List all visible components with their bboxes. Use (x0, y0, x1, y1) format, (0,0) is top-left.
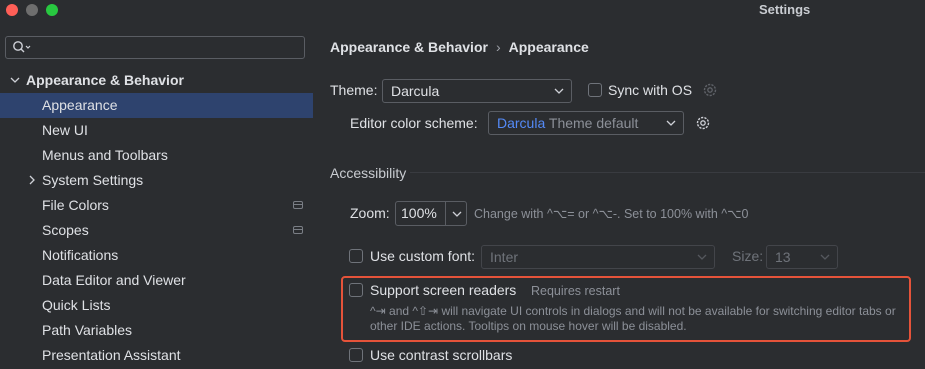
settings-content: Appearance & Behavior › Appearance Theme: … (314, 26, 925, 369)
tree-item-notifications[interactable]: Notifications (0, 243, 313, 268)
custom-font-label: Use custom font: (370, 248, 476, 264)
breadcrumb-current: Appearance (508, 39, 589, 55)
tree-item-presentation-assistant[interactable]: Presentation Assistant (0, 343, 313, 368)
project-level-icon (293, 226, 303, 234)
zoom-label: Zoom: (350, 205, 390, 221)
sync-with-os-checkbox[interactable] (588, 83, 602, 97)
tree-item-system-settings[interactable]: System Settings (0, 168, 313, 193)
contrast-scrollbars-checkbox[interactable] (349, 348, 363, 362)
tree-item-scopes[interactable]: Scopes (0, 218, 313, 243)
chevron-down-icon (554, 88, 564, 94)
zoom-combobox[interactable]: 100% (395, 201, 467, 226)
tree-item-appearance[interactable]: Appearance (0, 93, 313, 118)
chevron-down-icon[interactable] (452, 210, 462, 218)
tree-item-appearance-behavior[interactable]: Appearance & Behavior (0, 68, 313, 93)
section-divider (410, 172, 925, 173)
breadcrumb: Appearance & Behavior › Appearance (330, 39, 589, 55)
tree-item-menus-toolbars[interactable]: Menus and Toolbars (0, 143, 313, 168)
gear-icon[interactable] (702, 82, 718, 98)
search-icon (13, 41, 31, 53)
tree-item-label: Menus and Toolbars (42, 147, 168, 163)
chevron-down-icon (820, 254, 830, 260)
zoom-value[interactable]: 100% (396, 202, 446, 225)
search-input[interactable] (5, 36, 305, 59)
chevron-down-icon[interactable] (10, 75, 20, 85)
tree-item-label: Notifications (42, 247, 119, 263)
size-label: Size: (732, 248, 764, 264)
font-value: Inter (490, 249, 519, 265)
tree-item-label: Appearance (42, 97, 118, 113)
contrast-scrollbars-label: Use contrast scrollbars (370, 347, 513, 363)
tree-item-quick-lists[interactable]: Quick Lists (0, 293, 313, 318)
tree-item-label: Path Variables (42, 322, 133, 338)
tree-item-label: Data Editor and Viewer (42, 272, 186, 288)
tree-item-path-variables[interactable]: Path Variables (0, 318, 313, 343)
theme-select[interactable]: Darcula (382, 79, 572, 103)
requires-restart-note: Requires restart (531, 284, 620, 298)
chevron-right-icon[interactable] (27, 175, 37, 185)
minimize-window-button[interactable] (26, 4, 38, 16)
chevron-down-icon (697, 254, 707, 260)
font-size-value: 13 (775, 249, 791, 265)
screen-readers-label: Support screen readers (370, 282, 517, 298)
editor-color-scheme-label: Editor color scheme: (350, 115, 478, 131)
breadcrumb-separator: › (495, 39, 501, 55)
theme-label: Theme: (330, 82, 378, 98)
tree-item-label: Quick Lists (42, 297, 111, 313)
accessibility-section-title: Accessibility (330, 165, 407, 181)
screen-readers-checkbox[interactable] (349, 283, 363, 297)
tree-item-label: System Settings (42, 172, 144, 188)
theme-value: Darcula (391, 83, 440, 99)
chevron-down-icon (666, 120, 676, 126)
close-window-button[interactable] (6, 4, 18, 16)
project-level-icon (293, 201, 303, 209)
tree-item-new-ui[interactable]: New UI (0, 118, 313, 143)
tree-item-label: New UI (42, 122, 88, 138)
tree-item-label: Appearance & Behavior (26, 72, 184, 88)
custom-font-checkbox[interactable] (349, 249, 363, 263)
title-bar: Settings (0, 0, 925, 22)
tree-item-file-colors[interactable]: File Colors (0, 193, 313, 218)
font-size-select[interactable]: 13 (766, 245, 838, 269)
breadcrumb-parent[interactable]: Appearance & Behavior (330, 39, 488, 55)
sync-with-os-label: Sync with OS (608, 82, 693, 98)
maximize-window-button[interactable] (46, 4, 58, 16)
gear-icon[interactable] (695, 115, 711, 131)
editor-color-scheme-select[interactable]: Darcula Theme default (488, 111, 684, 135)
scheme-source: Theme default (548, 115, 639, 131)
settings-sidebar: Appearance & Behavior Appearance New UI … (0, 26, 313, 369)
tree-item-label: File Colors (42, 197, 109, 213)
font-select[interactable]: Inter (481, 245, 715, 269)
tree-item-label: Presentation Assistant (42, 347, 181, 363)
tree-item-data-editor[interactable]: Data Editor and Viewer (0, 268, 313, 293)
window-title: Settings (759, 2, 811, 17)
zoom-hint: Change with ^⌥= or ^⌥-. Set to 100% with… (474, 207, 749, 221)
tree-item-label: Scopes (42, 222, 89, 238)
screen-readers-description: ^⇥ and ^⇧⇥ will navigate UI controls in … (370, 304, 896, 333)
scheme-name: Darcula (497, 115, 546, 131)
settings-tree: Appearance & Behavior Appearance New UI … (0, 68, 313, 368)
